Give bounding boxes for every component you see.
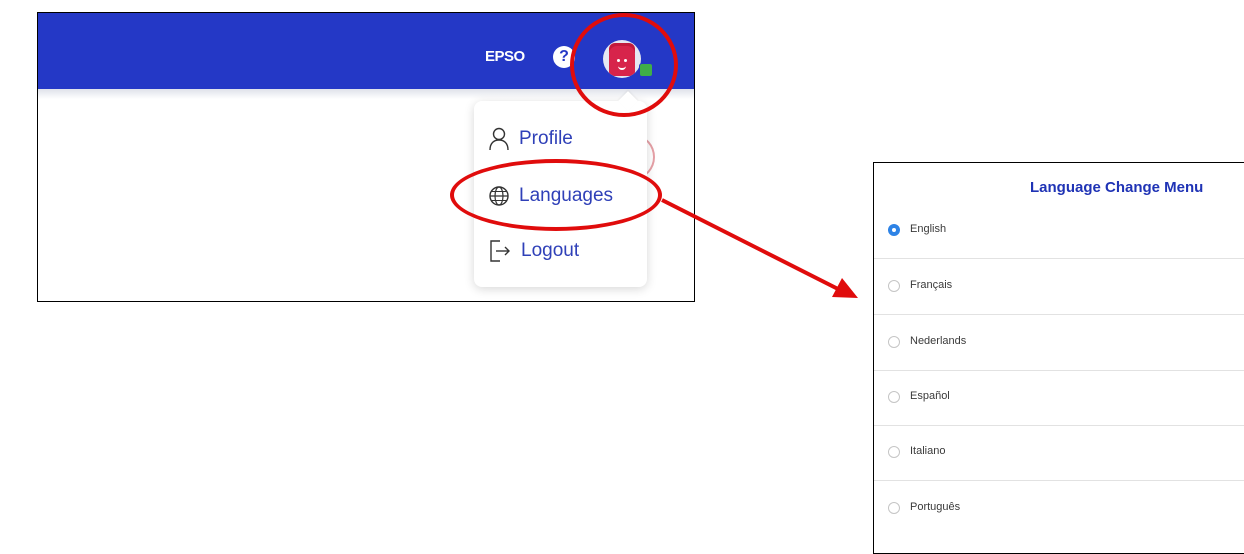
radio-unchecked[interactable] [888,391,900,403]
language-option-english[interactable]: English [874,203,1244,259]
org-link-epso[interactable]: EPSO [485,48,525,65]
radio-unchecked[interactable] [888,280,900,292]
menu-item-profile[interactable]: Profile [488,123,573,155]
language-label: Nederlands [910,335,967,347]
language-label: Português [910,501,961,513]
language-label: Español [910,390,950,402]
radio-unchecked[interactable] [888,502,900,514]
menu-item-label: Profile [519,128,573,149]
annotation-circle-avatar [570,13,678,117]
radio-checked[interactable] [888,224,900,236]
menu-item-label: Logout [521,240,580,261]
language-option-portugues[interactable]: Português [874,481,1244,536]
panel-title: Language Change Menu [1030,179,1204,196]
radio-unchecked[interactable] [888,446,900,458]
app-screenshot-crop: EPSO ? Profile Languages Logout [37,12,695,302]
radio-unchecked[interactable] [888,336,900,348]
language-label: English [910,223,947,235]
language-option-francais[interactable]: Français [874,259,1244,315]
language-label: Italiano [910,445,946,457]
language-option-nederlands[interactable]: Nederlands [874,315,1244,371]
language-option-espanol[interactable]: Español [874,370,1244,426]
language-change-panel: Language Change Menu English Français Ne… [873,162,1244,554]
language-label: Français [910,279,953,291]
menu-item-logout[interactable]: Logout [488,235,579,267]
annotation-ellipse-languages [450,159,662,231]
logout-icon [490,240,510,262]
person-icon [489,127,509,151]
language-option-italiano[interactable]: Italiano [874,425,1244,481]
